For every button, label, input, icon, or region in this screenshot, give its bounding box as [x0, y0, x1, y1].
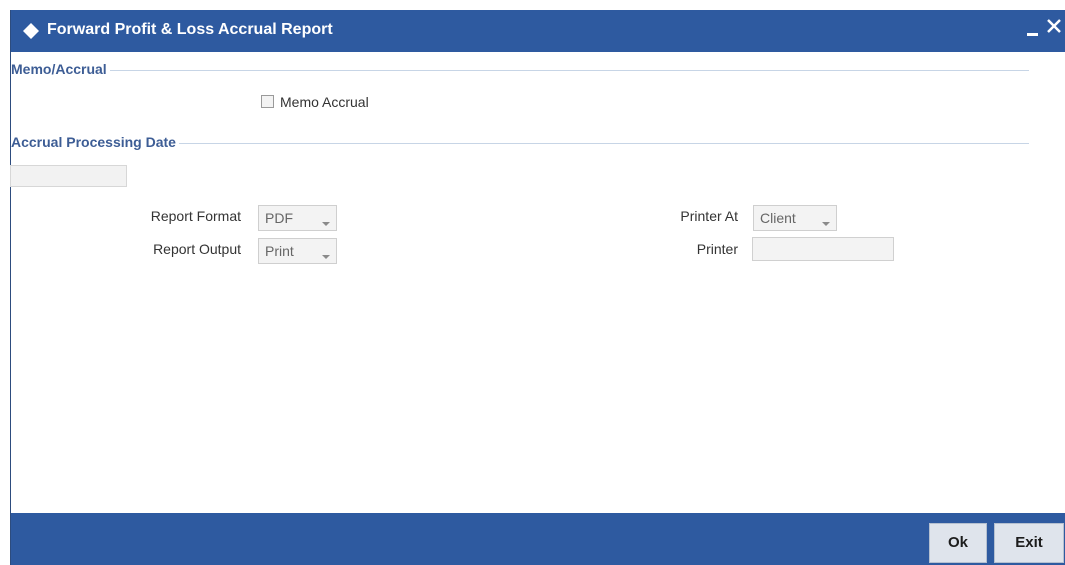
section-title: Accrual Processing Date — [11, 134, 179, 150]
window-footer: Ok Exit — [11, 513, 1065, 565]
accrual-processing-date-section-header: Accrual Processing Date — [11, 134, 1029, 154]
close-icon[interactable] — [1045, 17, 1063, 35]
report-window: Forward Profit & Loss Accrual Report Mem… — [10, 10, 1065, 565]
dropdown-arrow-icon — [322, 215, 330, 226]
printer-label: Printer — [696, 241, 738, 257]
dropdown-arrow-icon — [822, 215, 830, 226]
window-title: Forward Profit & Loss Accrual Report — [47, 21, 333, 38]
report-format-label: Report Format — [150, 208, 241, 224]
accrual-processing-date-field[interactable] — [10, 165, 127, 187]
diamond-icon — [23, 23, 39, 39]
report-format-value: PDF — [265, 210, 293, 226]
window-titlebar[interactable]: Forward Profit & Loss Accrual Report — [11, 10, 1065, 52]
memo-accrual-label: Memo Accrual — [280, 94, 369, 110]
ok-button[interactable]: Ok — [929, 523, 987, 563]
printer-at-select[interactable]: Client — [753, 205, 837, 231]
report-output-label: Report Output — [153, 241, 241, 257]
minimize-icon[interactable] — [1026, 18, 1040, 38]
memo-accrual-checkbox[interactable] — [261, 95, 274, 108]
printer-at-label: Printer At — [680, 208, 738, 224]
dropdown-arrow-icon — [322, 248, 330, 259]
printer-at-value: Client — [760, 210, 796, 226]
report-format-select[interactable]: PDF — [258, 205, 337, 231]
report-output-value: Print — [265, 243, 294, 259]
section-title: Memo/Accrual — [11, 61, 110, 77]
section-divider — [11, 70, 1029, 71]
exit-button[interactable]: Exit — [994, 523, 1064, 563]
report-output-select[interactable]: Print — [258, 238, 337, 264]
memo-accrual-section-header: Memo/Accrual — [11, 61, 1029, 81]
printer-input[interactable] — [752, 237, 894, 261]
